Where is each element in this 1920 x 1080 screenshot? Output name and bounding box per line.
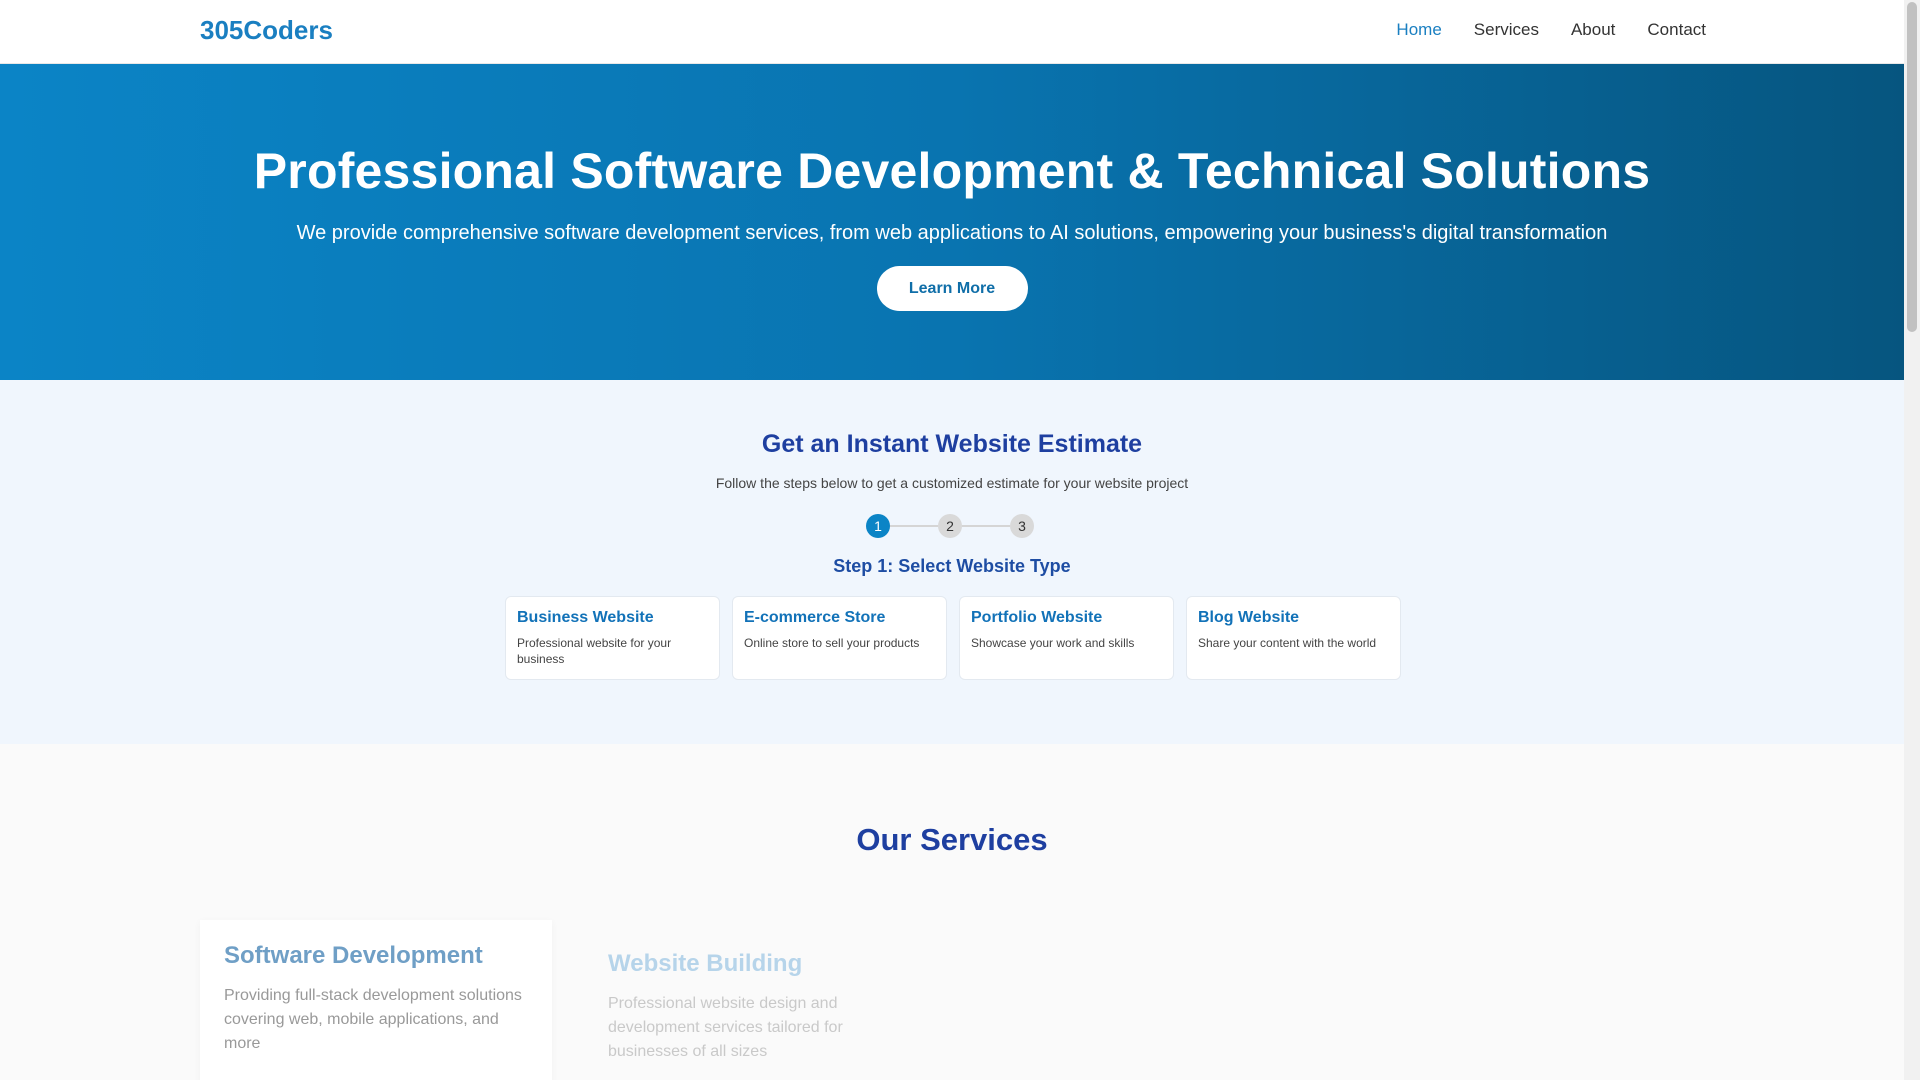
step-2-dot: 2: [938, 514, 962, 538]
page-scrollbar[interactable]: [1904, 0, 1920, 1080]
logo[interactable]: 305Coders: [200, 15, 333, 46]
scrollbar-thumb[interactable]: [1907, 2, 1917, 332]
nav-link-contact[interactable]: Contact: [1647, 20, 1706, 40]
services-title: Our Services: [856, 822, 1048, 857]
type-card-desc: Share your content with the world: [1198, 636, 1377, 650]
step-1-dot: 1: [866, 514, 890, 538]
hero-title: Professional Software Development & Tech…: [253, 143, 1651, 199]
nav-link-about[interactable]: About: [1571, 20, 1615, 40]
type-card-desc: Professional website for your business: [517, 636, 672, 666]
type-card-desc: Online store to sell your products: [744, 636, 920, 650]
type-card-ecommerce[interactable]: E-commerce Store Online store to sell yo…: [732, 596, 947, 680]
navbar: 305Coders Home Services About Contact: [0, 0, 1904, 64]
nav-link-services[interactable]: Services: [1474, 20, 1539, 40]
page: 305Coders Home Services About Contact Pr…: [0, 0, 1904, 1080]
type-card-desc: Showcase your work and skills: [971, 636, 1135, 650]
estimate-subtitle: Follow the steps below to get a customiz…: [715, 475, 1189, 491]
learn-more-button[interactable]: Learn More: [876, 266, 1028, 311]
type-card-portfolio[interactable]: Portfolio Website Showcase your work and…: [959, 596, 1174, 680]
step-indicator: 1 2 3: [866, 513, 1038, 539]
service-card-title: Website Building: [608, 950, 803, 977]
type-card-blog[interactable]: Blog Website Share your content with the…: [1186, 596, 1401, 680]
service-card-software-development[interactable]: Software Development Providing full-stac…: [200, 920, 552, 1080]
type-card-title: Business Website: [517, 609, 654, 626]
website-type-options: Business Website Professional website fo…: [505, 596, 1401, 680]
nav-link-home[interactable]: Home: [1396, 20, 1441, 40]
type-card-business[interactable]: Business Website Professional website fo…: [505, 596, 720, 680]
service-card-desc: Professional website design and developm…: [608, 995, 843, 1060]
nav-links: Home Services About Contact: [1396, 20, 1706, 40]
estimate-title: Get an Instant Website Estimate: [761, 430, 1143, 458]
type-card-title: E-commerce Store: [744, 609, 886, 626]
step-connector: [890, 525, 938, 527]
estimate-section: Get an Instant Website Estimate Follow t…: [0, 380, 1904, 744]
service-card-title: Software Development: [224, 942, 483, 969]
type-card-title: Blog Website: [1198, 609, 1300, 626]
service-card-website-building[interactable]: Website Building Professional website de…: [608, 950, 888, 1064]
service-card-desc: Providing full-stack development solutio…: [224, 987, 522, 1052]
hero-section: Professional Software Development & Tech…: [0, 64, 1904, 380]
step-connector: [962, 525, 1010, 527]
hero-subtitle: We provide comprehensive software develo…: [296, 222, 1608, 244]
step-title: Step 1: Select Website Type: [833, 556, 1071, 576]
step-3-dot: 3: [1010, 514, 1034, 538]
services-section: Our Services Software Development Provid…: [0, 744, 1904, 1080]
type-card-title: Portfolio Website: [971, 609, 1103, 626]
